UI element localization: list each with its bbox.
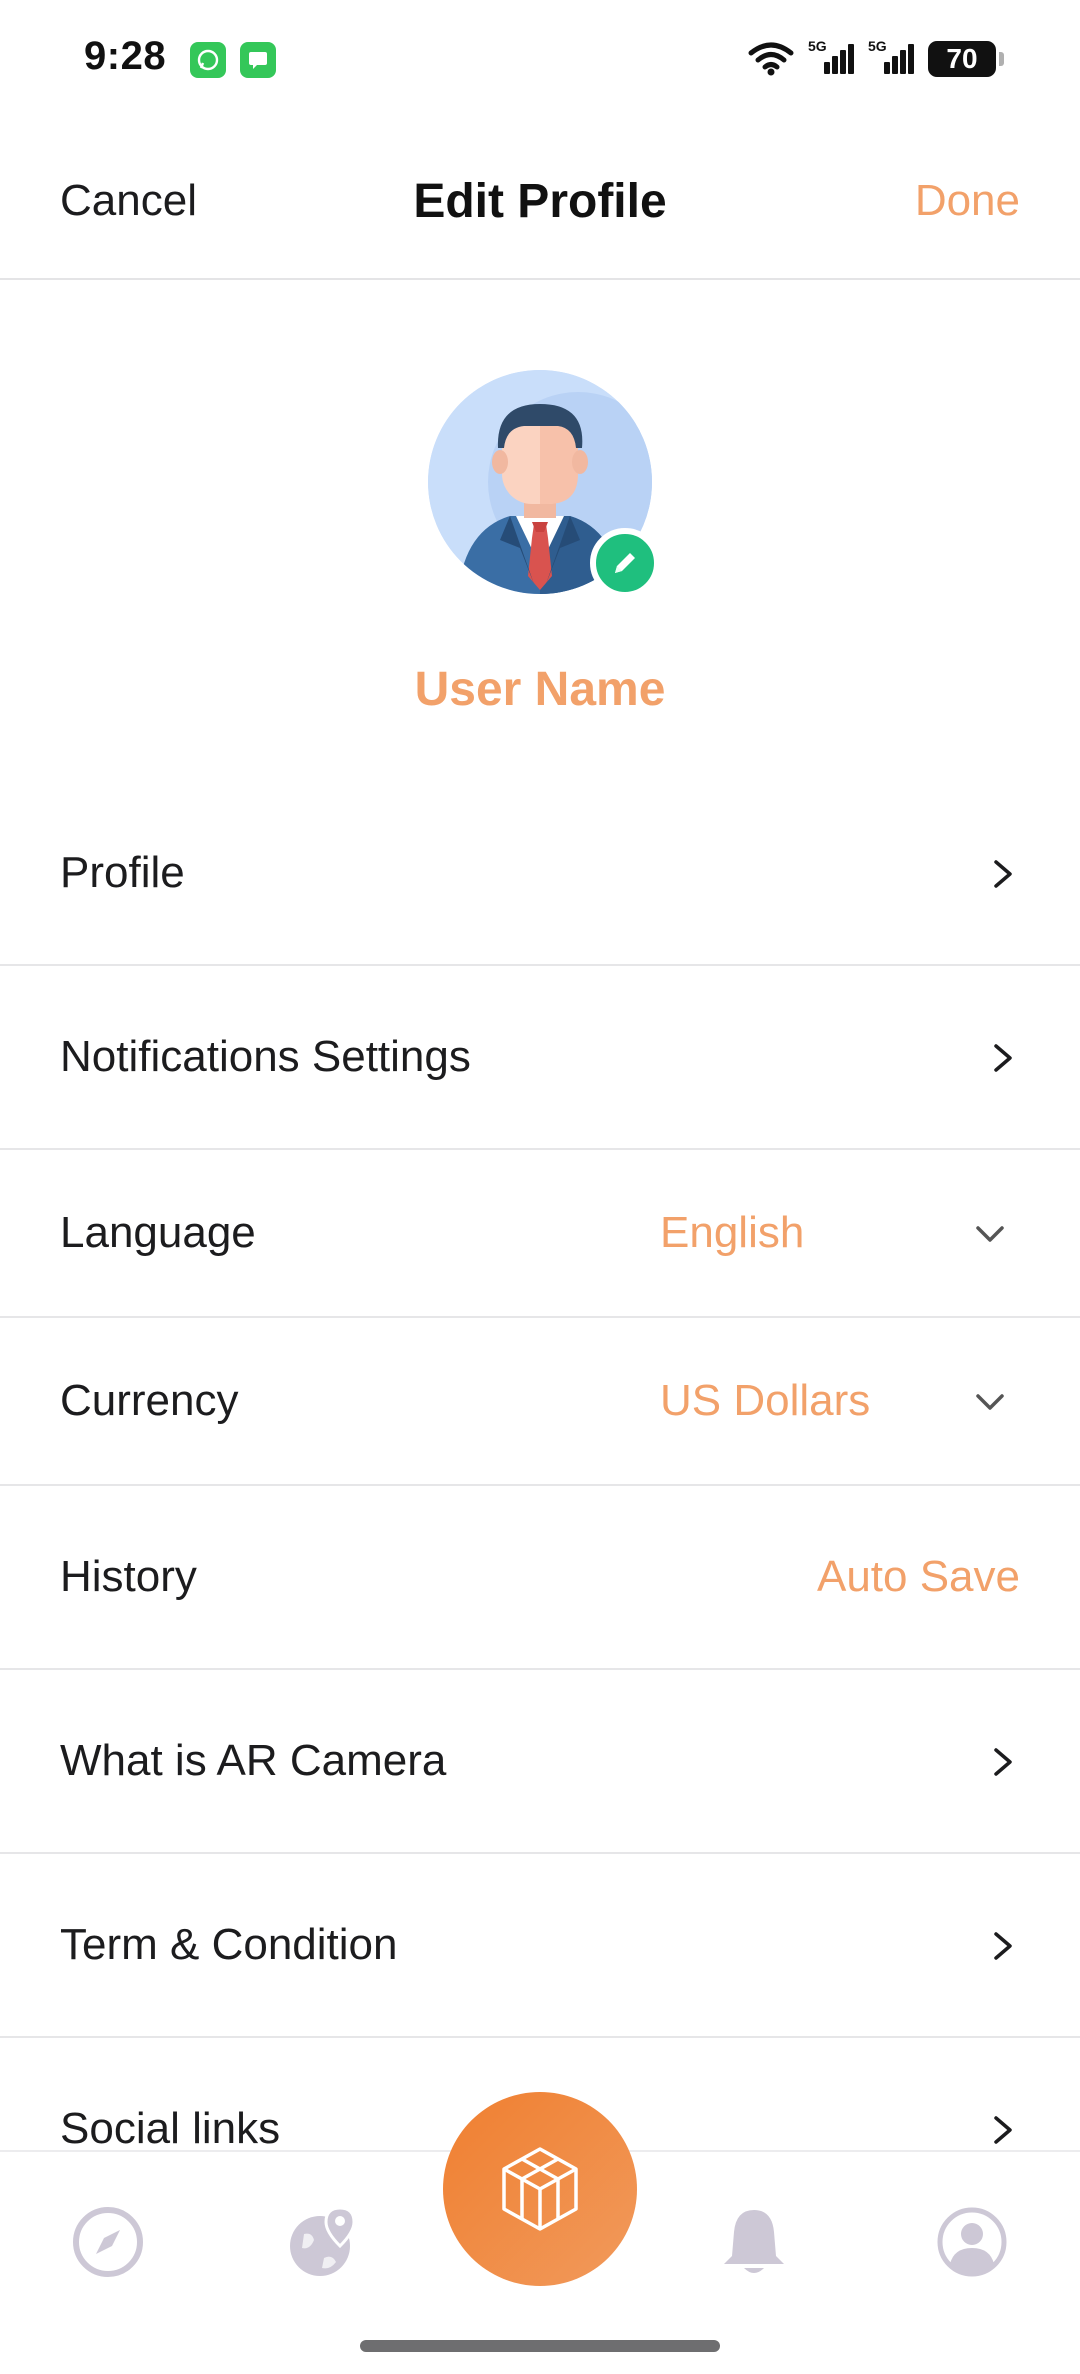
battery-level: 70 (946, 43, 978, 74)
network-type: 5G (868, 38, 887, 54)
list-item-currency[interactable]: Currency US Dollars (0, 1318, 1080, 1486)
row-label: Term & Condition (60, 1920, 398, 1969)
globe-pin-icon (290, 2206, 356, 2276)
nav-header: Cancel Edit Profile Done (0, 130, 1080, 280)
home-indicator (360, 2340, 720, 2352)
bell-icon (724, 2210, 784, 2273)
signal-icon: 5G (808, 38, 854, 74)
wifi-icon (748, 42, 794, 76)
chevron-right-icon (994, 1932, 1012, 1960)
done-button[interactable]: Done (915, 176, 1020, 226)
chevron-right-icon (994, 2116, 1012, 2144)
chevron-down-icon[interactable] (972, 1390, 1008, 1414)
chevron-right-icon (994, 1044, 1012, 1072)
chevron-right-icon (994, 860, 1012, 888)
settings-list: Profile Notifications Settings Language … (0, 782, 1080, 2178)
status-time: 9:28 (84, 34, 167, 78)
list-item-profile[interactable]: Profile (0, 782, 1080, 966)
tab-notifications[interactable] (716, 2204, 792, 2280)
tab-map[interactable] (286, 2204, 362, 2280)
row-label: What is AR Camera (60, 1736, 447, 1785)
list-item-ar-camera[interactable]: What is AR Camera (0, 1670, 1080, 1854)
status-bar: 9:28 5G 5G 70 (0, 0, 1080, 120)
row-label: Social links (60, 2104, 281, 2153)
ar-cube-icon (502, 2147, 578, 2231)
chevron-right-icon (994, 1748, 1012, 1776)
list-item-notifications[interactable]: Notifications Settings (0, 966, 1080, 1150)
compass-icon (73, 2207, 143, 2277)
row-label: Language (60, 1208, 256, 1257)
chevron-down-icon[interactable] (972, 1222, 1008, 1246)
pencil-icon (615, 553, 635, 573)
tab-explore[interactable] (70, 2204, 146, 2280)
history-value[interactable]: Auto Save (817, 1552, 1020, 1602)
row-label: Notifications Settings (60, 1032, 471, 1081)
battery-icon: 70 (928, 41, 1004, 77)
row-label: Profile (60, 848, 185, 897)
messages-icon (240, 42, 276, 78)
row-label: Currency (60, 1376, 239, 1425)
tab-profile[interactable] (934, 2204, 1010, 2280)
network-type: 5G (808, 38, 827, 54)
user-name: User Name (414, 663, 666, 716)
user-icon (937, 2207, 1007, 2277)
whatsapp-icon (190, 42, 226, 78)
list-item-history[interactable]: History Auto Save (0, 1486, 1080, 1670)
status-indicators: 5G 5G 70 (748, 36, 1004, 82)
ar-camera-button[interactable] (443, 2092, 637, 2286)
signal-icon: 5G (868, 38, 914, 74)
row-label: History (60, 1552, 197, 1601)
list-item-terms[interactable]: Term & Condition (0, 1854, 1080, 2038)
currency-value[interactable]: US Dollars (660, 1376, 870, 1426)
edit-avatar-button[interactable] (590, 528, 660, 598)
avatar-section (428, 370, 660, 598)
list-item-language[interactable]: Language English (0, 1150, 1080, 1318)
language-value[interactable]: English (660, 1208, 804, 1258)
